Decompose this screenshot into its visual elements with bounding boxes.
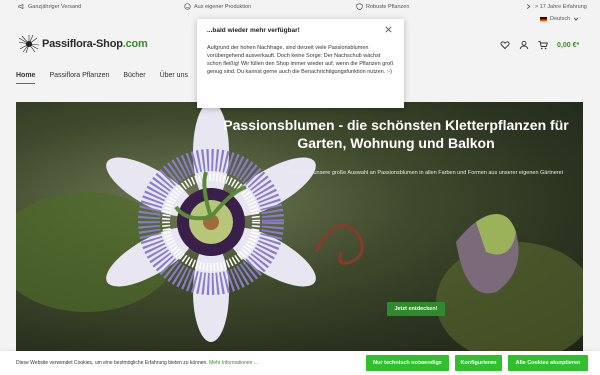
modal-body: Aufgrund der hohen Nachfrage, sind derze… bbox=[207, 45, 394, 75]
cookie-more-info-link[interactable]: Mehr Informationen ... bbox=[209, 360, 258, 366]
modal-title: ...bald wieder mehr verfügbar! bbox=[207, 27, 300, 34]
smile-icon bbox=[184, 3, 191, 10]
usp-text: > 17 Jahre Erfahrung bbox=[535, 3, 587, 10]
hero-banner: Passionsblumen - die schönsten Kletterpf… bbox=[16, 102, 583, 355]
usp-item: > 17 Jahre Erfahrung bbox=[525, 3, 587, 10]
usp-item: Aus eigener Produktion bbox=[184, 3, 251, 10]
heart-icon[interactable] bbox=[500, 40, 510, 50]
cookie-necessary-button[interactable]: Nur technisch notwendige bbox=[366, 355, 449, 371]
cookie-accept-all-button[interactable]: Alle Cookies akzeptieren bbox=[508, 355, 588, 371]
nav-item-ueber-uns[interactable]: Über uns bbox=[160, 72, 188, 84]
chevron-down-icon bbox=[574, 17, 579, 21]
cart-total[interactable]: 0,00 €* bbox=[557, 42, 579, 49]
nav-item-buecher[interactable]: Bücher bbox=[123, 72, 145, 84]
shield-icon bbox=[356, 3, 363, 10]
logo-text: Passiflora-Shop.com bbox=[42, 38, 148, 50]
close-icon[interactable] bbox=[384, 25, 393, 34]
german-flag-icon bbox=[540, 16, 547, 22]
usp-text: Ganzjähriger Versand bbox=[28, 3, 82, 10]
usp-item: Ganzjähriger Versand bbox=[18, 3, 81, 10]
hero-subtitle: Entdecke unsere große Auswahl an Passion… bbox=[289, 170, 563, 176]
usp-bar: Ganzjähriger Versand Aus eigener Produkt… bbox=[0, 0, 600, 14]
usp-text: Aus eigener Produktion bbox=[194, 3, 252, 10]
availability-modal: ...bald wieder mehr verfügbar! Aufgrund … bbox=[197, 19, 404, 108]
cart-icon[interactable] bbox=[538, 40, 548, 50]
hero-title: Passionsblumen - die schönsten Kletterpf… bbox=[223, 117, 569, 152]
header-actions: 0,00 €* bbox=[500, 40, 579, 50]
nav-item-passiflora-pflanzen[interactable]: Passiflora Pflanzen bbox=[49, 72, 109, 84]
discover-button[interactable]: Jetzt entdecken! bbox=[387, 302, 445, 316]
logo-main-text: Passiflora-Shop bbox=[42, 38, 123, 50]
logo-tld-text: .com bbox=[122, 38, 148, 50]
user-icon[interactable] bbox=[519, 40, 529, 50]
language-switcher[interactable]: Deutsch bbox=[540, 16, 579, 22]
usp-item: Robuste Pflanzen bbox=[356, 3, 409, 10]
cookie-message: Diese Website verwendet Cookies, um eine… bbox=[16, 360, 208, 366]
main-navigation: Home Passiflora Pflanzen Bücher Über uns bbox=[16, 72, 188, 84]
nav-item-home[interactable]: Home bbox=[16, 72, 36, 84]
cookie-text: Diese Website verwendet Cookies, um eine… bbox=[16, 360, 258, 366]
cookie-configure-button[interactable]: Konfigurieren bbox=[455, 355, 502, 371]
language-label: Deutsch bbox=[550, 16, 571, 22]
usp-text: Robuste Pflanzen bbox=[366, 3, 410, 10]
cookie-bar: Diese Website verwendet Cookies, um eine… bbox=[0, 351, 600, 375]
chevron-right-icon bbox=[526, 4, 531, 9]
passionflower-logo-icon bbox=[18, 34, 40, 54]
site-logo[interactable]: Passiflora-Shop.com bbox=[18, 34, 148, 54]
megaphone-icon bbox=[18, 3, 24, 10]
